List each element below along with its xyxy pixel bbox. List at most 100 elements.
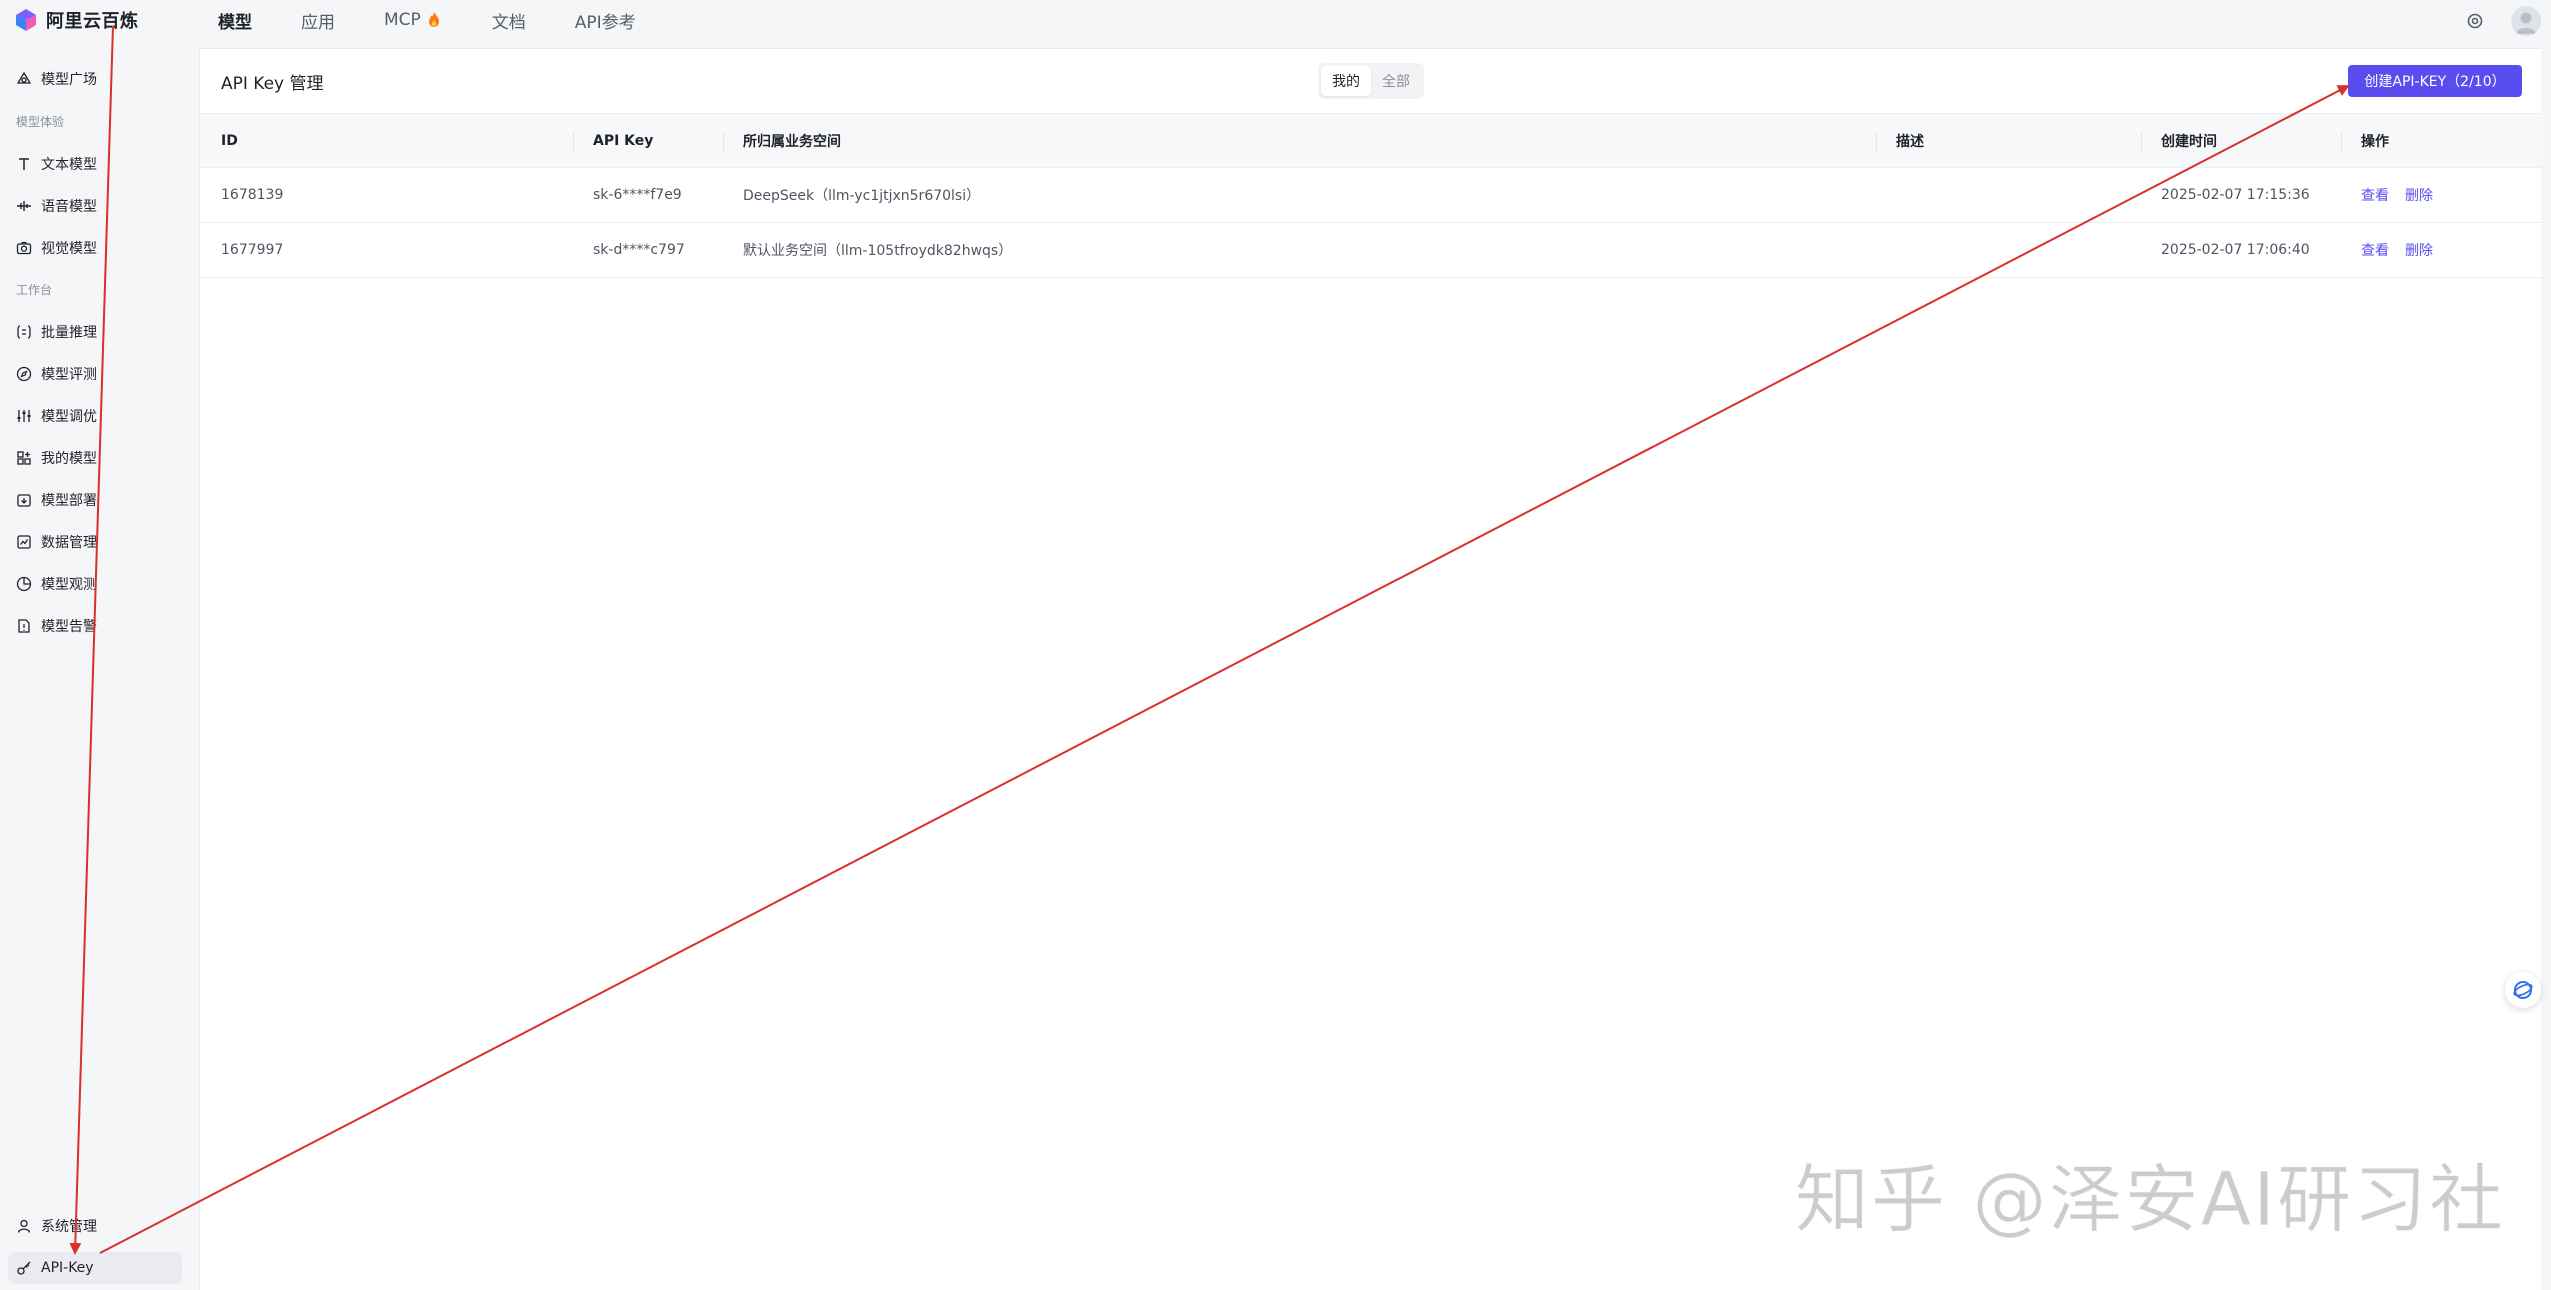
api-key-panel: API Key 管理 我的 全部 创建API-KEY（2/10） ID API … [199,48,2542,1290]
cell-workspace: 默认业务空间（llm-105tfroydk82hwqs） [743,243,1013,259]
cell-created-time: 2025-02-07 17:15:36 [2161,187,2310,203]
page-title: API Key 管理 [221,74,324,94]
avatar[interactable] [2511,6,2541,36]
sidebar-item-label: 数据管理 [41,535,97,551]
view-link[interactable]: 查看 [2361,185,2389,205]
pie-icon [16,576,32,592]
grid-plus-icon [17,451,31,465]
user-avatar-icon [2516,12,2536,34]
sidebar-item-my-models[interactable]: 我的模型 [8,442,182,474]
table-row: 1678139 sk-6****f7e9 DeepSeek（llm-yc1jtj… [200,168,2542,223]
fire-icon [428,12,439,27]
brand[interactable]: 阿里云百炼 [14,7,139,33]
assistant-orb-icon [2513,981,2533,999]
sidebar-item-api-key[interactable]: API-Key [8,1252,182,1284]
table-header: ID API Key 所归属业务空间 描述 创建时间 操作 [200,113,2542,168]
sidebar-item-model-evaluation[interactable]: 模型评测 [8,358,182,390]
cell-workspace: DeepSeek（llm-yc1jtjxn5r670lsi） [743,188,981,204]
sidebar-item-vision-model[interactable]: 视觉模型 [8,232,182,264]
sidebar-item-speech-model[interactable]: 语音模型 [8,190,182,222]
alert-doc-icon [18,619,30,633]
table-row: 1677997 sk-d****c797 默认业务空间（llm-105tfroy… [200,223,2542,278]
brand-name: 阿里云百炼 [46,11,139,32]
sidebar-item-model-observe[interactable]: 模型观测 [8,568,182,600]
cell-api-key: sk-d****c797 [593,242,685,258]
nav-docs-label: 文档 [491,12,526,33]
top-bar: 阿里云百炼 模型 应用 MCP 文档 API参考 [0,0,2551,40]
sidebar-item-label: 模型广场 [41,72,97,88]
sidebar-item-label: 我的模型 [41,451,97,467]
chart-icon [17,535,31,549]
sidebar-item-batch-inference[interactable]: 批量推理 [8,316,182,348]
sidebar-item-data-management[interactable]: 数据管理 [8,526,182,558]
column-separator [573,132,574,150]
sidebar-item-label: 系统管理 [41,1219,97,1235]
column-separator [1876,132,1877,150]
sidebar: 模型广场 模型体验 文本模型 语音模型 视觉模型 工作台 批量推理 模型评测 模… [0,40,198,1290]
create-api-key-button[interactable]: 创建API-KEY（2/10） [2348,65,2522,97]
nav-models-label: 模型 [218,12,252,33]
sidebar-item-model-square[interactable]: 模型广场 [8,63,182,95]
cell-api-key: sk-6****f7e9 [593,187,682,203]
list-bracket-icon [17,325,31,339]
sidebar-item-label: 模型部署 [41,493,97,509]
sidebar-item-label: 模型评测 [41,367,97,383]
sidebar-item-model-alert[interactable]: 模型告警 [8,610,182,642]
column-separator [723,132,724,150]
cell-id: 1678139 [221,187,284,203]
cell-actions: 查看 删除 [2361,168,2449,222]
sidebar-item-model-deploy[interactable]: 模型部署 [8,484,182,516]
column-header-api-key: API Key [593,133,654,149]
model-square-icon [16,71,32,84]
nav-apps[interactable]: 应用 [301,8,335,33]
text-icon [19,158,29,170]
sidebar-group-experience: 模型体验 [16,115,65,129]
deploy-box-icon [17,494,31,507]
top-nav: 模型 应用 MCP 文档 API参考 [218,0,685,40]
bailian-logo-icon [16,9,36,31]
sidebar-item-label: API-Key [41,1260,94,1276]
sidebar-group-workbench: 工作台 [16,283,53,297]
sidebar-item-label: 视觉模型 [41,241,97,257]
sidebar-item-label: 模型观测 [41,577,97,593]
nav-api-reference-label: API参考 [574,12,636,33]
column-header-id: ID [221,133,238,149]
column-header-created-time: 创建时间 [2161,134,2217,150]
cell-created-time: 2025-02-07 17:06:40 [2161,242,2310,258]
column-header-workspace: 所归属业务空间 [743,134,841,150]
floating-assistant-button[interactable] [2505,972,2541,1008]
compass-icon [16,366,32,382]
key-icon [17,1261,31,1275]
cell-id: 1677997 [221,242,284,258]
nav-apps-label: 应用 [301,12,335,33]
user-icon [17,1219,31,1233]
scope-segmented-control: 我的 全部 [1318,63,1424,99]
cell-actions: 查看 删除 [2361,223,2449,277]
watermark: 知乎 @泽安AI研习社 [1795,1157,2505,1244]
sidebar-item-text-model[interactable]: 文本模型 [8,148,182,180]
delete-link[interactable]: 删除 [2405,185,2433,205]
nav-mcp[interactable]: MCP [384,10,443,30]
nav-docs[interactable]: 文档 [492,8,526,33]
sidebar-item-label: 文本模型 [41,157,97,173]
sidebar-item-label: 语音模型 [41,199,97,215]
sidebar-item-label: 模型调优 [41,409,97,425]
top-right-tools [2465,6,2541,36]
gear-icon[interactable] [2465,11,2485,31]
view-link[interactable]: 查看 [2361,240,2389,260]
nav-mcp-label: MCP [384,10,421,30]
nav-models[interactable]: 模型 [218,8,252,33]
sidebar-item-system-management[interactable]: 系统管理 [8,1210,182,1242]
column-separator [2341,132,2342,150]
sliders-icon [17,410,31,422]
waveform-icon [17,201,31,211]
column-header-actions: 操作 [2361,134,2389,150]
segment-all[interactable]: 全部 [1371,66,1421,96]
nav-api-reference[interactable]: API参考 [575,8,636,33]
column-header-description: 描述 [1896,134,1924,150]
delete-link[interactable]: 删除 [2405,240,2433,260]
api-key-table: ID API Key 所归属业务空间 描述 创建时间 操作 1678139 sk… [200,113,2542,278]
sidebar-item-model-tuning[interactable]: 模型调优 [8,400,182,432]
sidebar-item-label: 批量推理 [41,325,97,341]
segment-mine[interactable]: 我的 [1321,66,1371,96]
